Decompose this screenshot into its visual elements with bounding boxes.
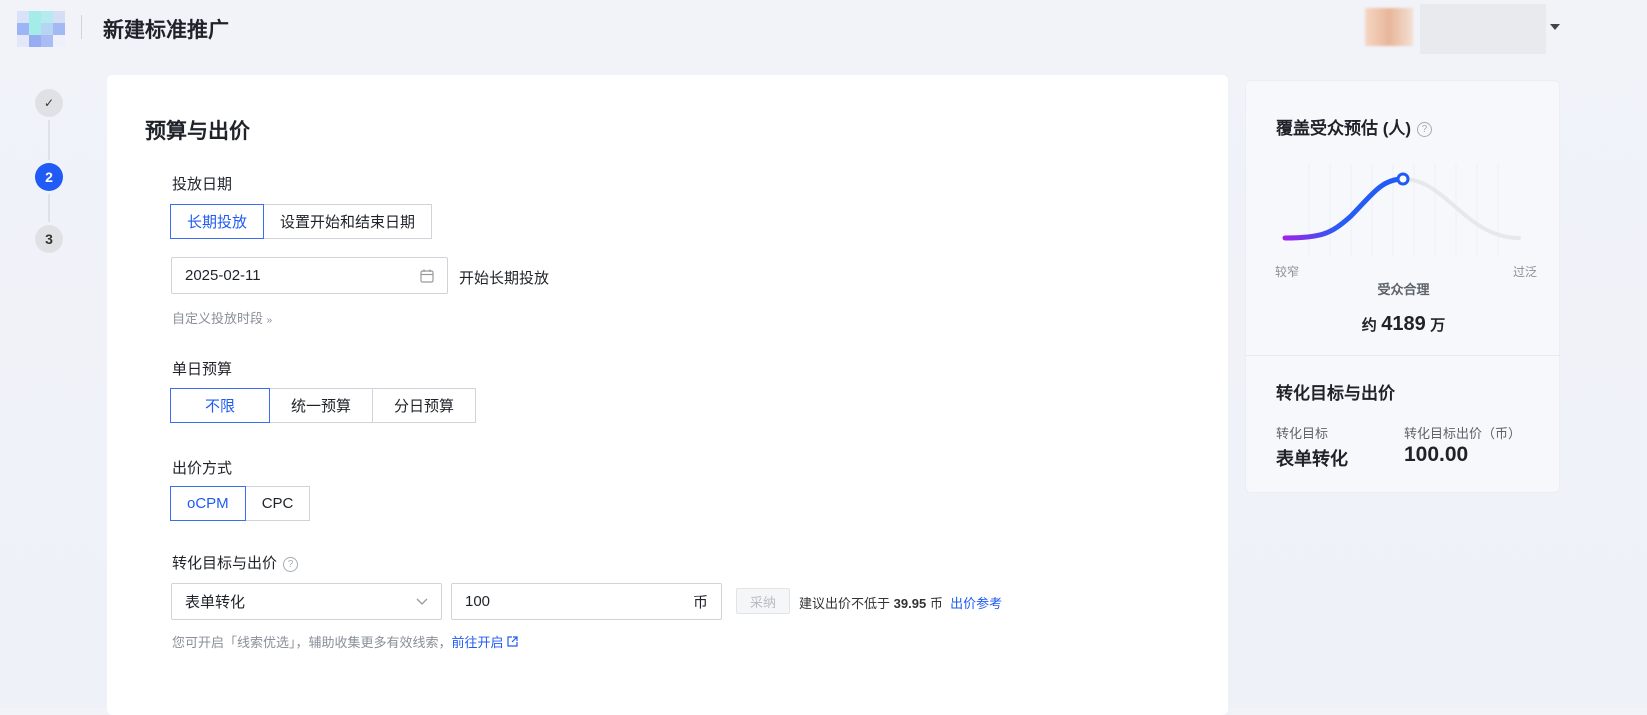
summary-goal-value: 表单转化 (1276, 449, 1348, 469)
page-title: 新建标准推广 (103, 19, 229, 42)
avatar[interactable] (1365, 8, 1413, 46)
bidding-label: 出价方式 (172, 460, 233, 477)
conversion-label: 转化目标与出价? (172, 552, 299, 573)
summary-goal-label: 转化目标 (1276, 426, 1329, 441)
bid-unit: 币 (692, 594, 708, 611)
calendar-icon (420, 269, 434, 283)
estimate-title-text: 覆盖受众预估 (人) (1276, 119, 1412, 138)
chevron-double-down-icon: » (266, 315, 273, 326)
summary-title: 转化目标与出价 (1276, 384, 1395, 403)
step-1[interactable]: ✓ (35, 89, 63, 117)
custom-schedule-link[interactable]: 自定义投放时段 » (172, 308, 272, 327)
step-connector (48, 120, 50, 160)
budget-label: 单日预算 (172, 361, 233, 378)
budget-options: 不限 统一预算 分日预算 (170, 388, 477, 423)
option-date-range[interactable]: 设置开始和结束日期 (263, 204, 433, 239)
start-date-input[interactable]: 2025-02-11 (171, 257, 448, 294)
schedule-label: 投放日期 (172, 176, 233, 193)
option-long-term[interactable]: 长期投放 (170, 204, 265, 239)
option-cpc[interactable]: CPC (244, 486, 311, 521)
wide-label: 过泛 (1513, 265, 1538, 279)
start-suffix: 开始长期投放 (459, 270, 550, 287)
step-connector (48, 194, 50, 222)
help-icon[interactable]: ? (1417, 122, 1433, 138)
bid-input[interactable]: 100 币 (451, 583, 722, 620)
section-title: 预算与出价 (145, 120, 250, 143)
suggest-prefix: 建议出价不低于 (799, 596, 891, 611)
tip-label: 您可开启「线索优选」，辅助收集更多有效线索， (172, 635, 452, 650)
external-link-icon[interactable] (507, 636, 518, 647)
suggest-value: 39.95 (893, 596, 927, 611)
bid-reference-link[interactable]: 出价参考 (950, 596, 1002, 611)
suggest-unit: 币 (929, 596, 943, 611)
audience-estimate: 约 4189 万 (1246, 313, 1561, 336)
narrow-label: 较窄 (1275, 265, 1300, 279)
enable-link[interactable]: 前往开启 (452, 635, 504, 650)
audience-status: 受众合理 (1377, 282, 1430, 297)
estimate-value: 4189 (1381, 313, 1426, 335)
summary-bid-value: 100.00 (1404, 443, 1469, 466)
custom-schedule-label: 自定义投放时段 (172, 311, 264, 326)
estimate-title: 覆盖受众预估 (人)? (1276, 114, 1433, 139)
chevron-down-icon (416, 598, 428, 605)
adopt-button[interactable]: 采纳 (736, 588, 790, 614)
conversion-goal-value: 表单转化 (185, 594, 246, 611)
option-ocpm[interactable]: oCPM (170, 486, 246, 521)
step-2[interactable]: 2 (35, 163, 63, 191)
estimate-panel: 覆盖受众预估 (人)? 较窄 过泛 受众合理 约 4189 万 转化目标与出价 … (1245, 80, 1561, 493)
tip-text: 您可开启「线索优选」，辅助收集更多有效线索，前往开启 (172, 632, 518, 651)
user-name[interactable] (1420, 4, 1546, 54)
estimate-prefix: 约 (1361, 317, 1377, 334)
estimate-unit: 万 (1430, 317, 1446, 334)
divider (81, 15, 82, 39)
schedule-options: 长期投放 设置开始和结束日期 (170, 204, 433, 239)
option-daily-budget[interactable]: 分日预算 (372, 388, 477, 423)
curve-remaining (1401, 177, 1521, 240)
header: 新建标准推广 (0, 0, 1647, 60)
curve-selected (1282, 176, 1406, 241)
summary-bid-label: 转化目标出价（币） (1404, 426, 1522, 441)
bidding-options: oCPM CPC (170, 486, 311, 521)
divider (1246, 355, 1561, 356)
start-date-value: 2025-02-11 (185, 267, 261, 284)
conversion-goal-select[interactable]: 表单转化 (171, 583, 442, 620)
conversion-label-text: 转化目标与出价 (172, 555, 278, 572)
option-uniform-budget[interactable]: 统一预算 (269, 388, 374, 423)
bid-suggestion: 建议出价不低于 39.95 币 出价参考 (799, 593, 1002, 612)
help-icon[interactable]: ? (283, 556, 299, 572)
form-card: 预算与出价 投放日期 长期投放 设置开始和结束日期 2025-02-11 开始长… (107, 75, 1228, 715)
bid-value: 100 (465, 593, 491, 610)
stepper: ✓ 2 3 (35, 89, 63, 253)
chevron-down-icon[interactable] (1550, 24, 1560, 30)
option-unlimited[interactable]: 不限 (170, 388, 271, 423)
curve-marker (1396, 172, 1410, 186)
audience-curve-chart (1282, 164, 1521, 256)
step-3[interactable]: 3 (35, 225, 63, 253)
logo (17, 11, 65, 47)
